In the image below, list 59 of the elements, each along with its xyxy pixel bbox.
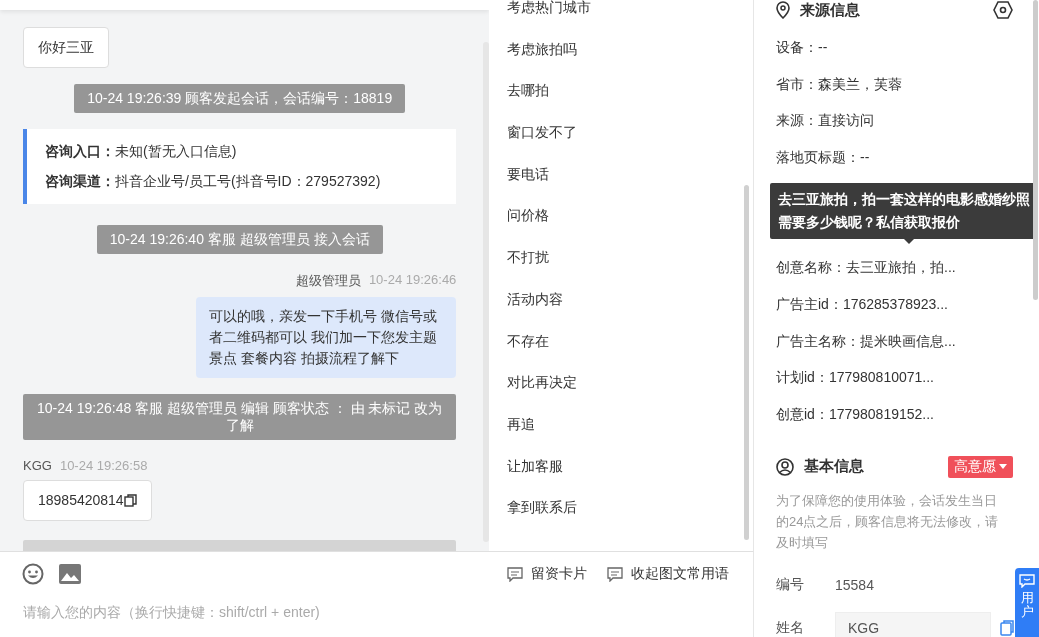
source-info-row-text: 设备：-- (776, 38, 829, 57)
notice-text: 为了保障您的使用体验，会话发生当日的24点之后，顾客信息将无法修改，请及时填写 (776, 491, 1000, 552)
settings-icon[interactable] (993, 1, 1013, 19)
quick-phrase-item[interactable]: 要电话 (489, 153, 753, 196)
message-bubble: 你好三亚 (23, 27, 109, 68)
message-time: 10-24 19:26:46 (368, 272, 457, 289)
quick-phrase-item[interactable]: 考虑热门城市 (489, 0, 753, 29)
emoji-icon[interactable] (22, 563, 44, 585)
name-input-field[interactable]: KGG (835, 611, 991, 637)
message-icon (607, 566, 623, 582)
source-info-row-text: 省市：森美兰，芙蓉 (776, 74, 903, 94)
sender-name: KGG (23, 458, 52, 473)
quick-phrase-item[interactable]: 活动内容 (489, 278, 753, 321)
system-message: 10-24 19:26:39 顾客发起会话，会话编号：18819 (74, 84, 406, 113)
quick-phrase-item[interactable]: 问价格 (489, 195, 753, 238)
field-label: 编号 (776, 575, 805, 594)
quick-phrase-item[interactable]: 再追 (489, 403, 753, 446)
quick-phrase-item[interactable]: 不打扰 (489, 237, 753, 279)
quick-phrase-item[interactable]: 对比再决定 (489, 362, 753, 404)
field-value: 15584 (835, 576, 874, 593)
copy-icon[interactable] (123, 494, 137, 507)
quick-phrase-item[interactable]: 拿到联系后 (489, 487, 753, 529)
composer-tool-button[interactable]: 留资卡片 (507, 565, 587, 583)
user-circle-icon (776, 457, 794, 476)
sender-name: 超级管理员 (295, 272, 361, 290)
message-time: 10-24 19:26:58 (59, 458, 148, 473)
scrollbar[interactable] (1033, 0, 1038, 300)
chat-icon (1019, 574, 1035, 588)
intent-dropdown[interactable]: 高意愿 (948, 455, 1013, 478)
source-info-row-text: 落地页标题：-- (776, 148, 871, 168)
floating-tab-label: 用户 (1020, 591, 1034, 620)
message-bubble: 可以的哦，亲发一下手机号 微信号或者二维码都可以 我们加一下您发主题景点 套餐内容 拍摄流程了解下 (196, 297, 457, 378)
section-title: 基本信息 (804, 457, 865, 477)
source-info-row-text: 广告主id：176285378923... (776, 294, 949, 314)
source-info-row-text: 广告主名称：提米映画信息... (776, 331, 957, 351)
quick-phrase-item[interactable]: 不存在 (489, 320, 753, 363)
quick-phrase-item[interactable]: 窗口发不了 (489, 112, 753, 154)
quick-phrase-item[interactable]: 去哪拍 (489, 70, 753, 113)
source-info-row-text: 来源：直接访问 (776, 111, 875, 131)
entry-info-line: 咨询渠道：抖音企业号/员工号(抖音号ID：279527392) (45, 172, 382, 191)
section-title: 来源信息 (800, 0, 861, 20)
quick-phrase-item[interactable]: 让加客服 (489, 445, 753, 488)
field-label: 姓名 (776, 618, 805, 637)
source-info-row-text: 创意id：177980819152... (776, 404, 935, 424)
entry-info-line: 咨询入口：未知(暂无入口信息) (45, 142, 238, 161)
location-pin-icon (776, 1, 790, 19)
system-message: 10-24 19:26:48 客服 超级管理员 编辑 顾客状态 ： 由 未标记 改为了解 (23, 394, 457, 440)
scrollbar[interactable] (483, 42, 490, 542)
message-icon (507, 566, 523, 582)
system-message: 10-24 19:26:40 客服 超级管理员 接入会话 (96, 225, 383, 254)
source-info-row-text: 计划id：177980810071... (776, 368, 935, 388)
image-icon[interactable] (59, 564, 81, 584)
quick-phrase-item[interactable]: 考虑旅拍吗 (489, 28, 753, 71)
message-bubble: 18985420814 (23, 480, 152, 521)
scrollbar[interactable] (744, 185, 749, 540)
caret-icon (999, 464, 1007, 470)
composer-tool-button[interactable]: 收起图文常用语 (607, 565, 729, 583)
floating-side-tab[interactable]: 用户 (1015, 568, 1039, 637)
source-info-row-text: 创意名称：去三亚旅拍，拍... (776, 258, 957, 278)
